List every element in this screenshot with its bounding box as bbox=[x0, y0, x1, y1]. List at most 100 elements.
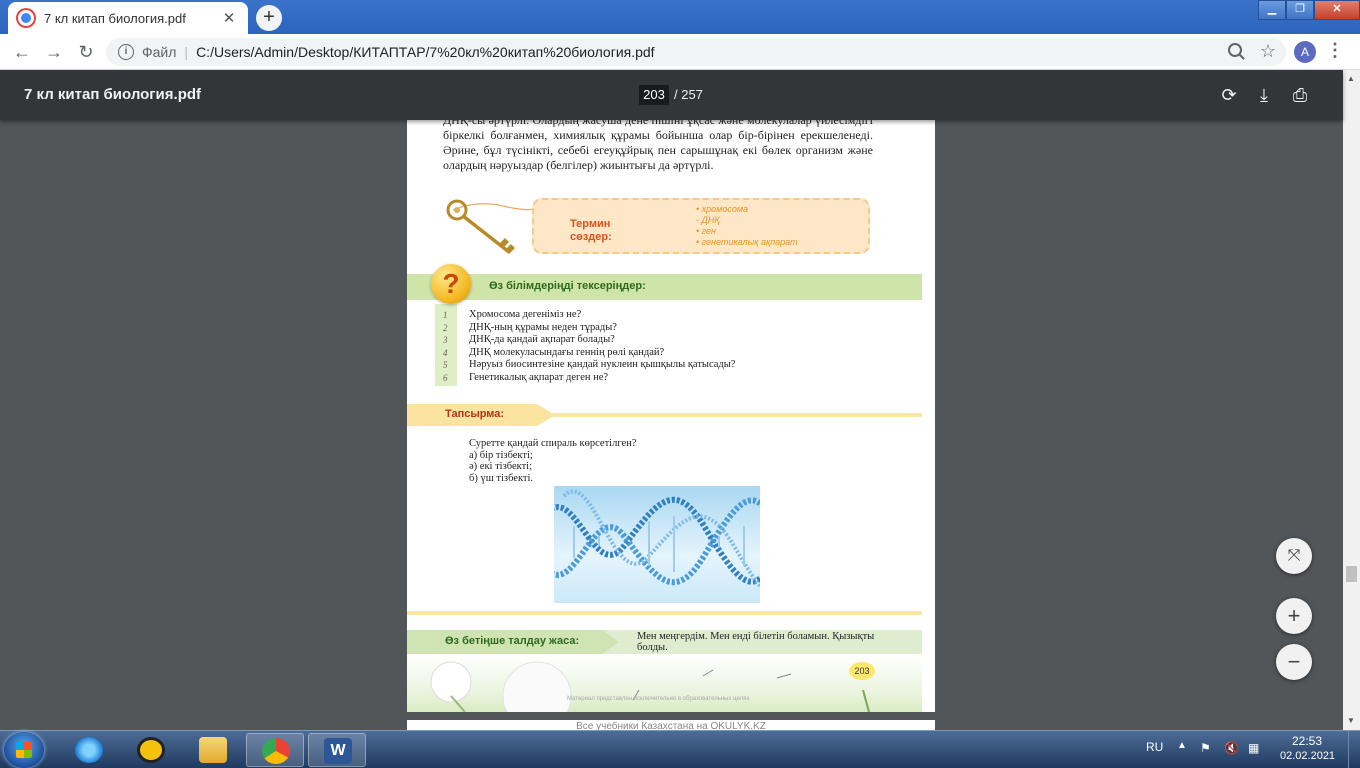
browser-toolbar: ← → ↻ i Файл | C:/Users/Admin/Desktop/КИ… bbox=[0, 34, 1360, 70]
question-number: 1 bbox=[443, 310, 448, 320]
printed-page-number: 203 bbox=[849, 662, 875, 680]
language-indicator[interactable]: RU bbox=[1146, 740, 1163, 754]
tab-title: 7 кл китап биология.pdf bbox=[44, 10, 186, 26]
task-option: б) үш тізбекті. bbox=[469, 472, 534, 484]
site-info-icon[interactable]: i bbox=[118, 44, 134, 60]
browser-menu-icon[interactable]: ⋮ bbox=[1326, 40, 1344, 61]
internet-explorer-taskbar-button[interactable] bbox=[60, 733, 118, 767]
maximize-button[interactable]: ❐ bbox=[1286, 0, 1314, 20]
minimize-button[interactable]: ▁ bbox=[1258, 0, 1286, 20]
app-triangle-icon bbox=[137, 737, 165, 763]
question-number: 2 bbox=[443, 322, 448, 333]
address-bar[interactable]: i Файл | C:/Users/Admin/Desktop/КИТАПТАР… bbox=[106, 38, 1286, 66]
network-icon[interactable]: ▦ bbox=[1248, 741, 1262, 755]
folder-icon bbox=[199, 737, 227, 763]
pdf-title: 7 кл китап биология.pdf bbox=[24, 86, 202, 103]
term-item: • хромосома bbox=[696, 204, 749, 214]
address-separator: | bbox=[184, 44, 189, 60]
start-button[interactable] bbox=[4, 732, 44, 768]
golden-key-icon bbox=[446, 199, 540, 254]
show-desktop-button[interactable] bbox=[1348, 731, 1360, 768]
chrome-icon bbox=[262, 738, 290, 764]
question-text: Хромосома дегеніміз не? bbox=[469, 309, 582, 320]
term-item: • генетикалық ақпарат bbox=[696, 237, 798, 247]
zoom-magnifier-icon[interactable] bbox=[1228, 43, 1242, 57]
self-analysis-title: Өз бетіңше талдау жаса: bbox=[445, 635, 580, 647]
question-number: 5 bbox=[443, 360, 448, 371]
volume-muted-icon[interactable]: 🔇 bbox=[1224, 741, 1239, 755]
internet-explorer-icon bbox=[75, 737, 103, 763]
profile-avatar[interactable]: A bbox=[1294, 41, 1316, 63]
question-item: 3 ДНҚ-да қандай ақпарат болады? bbox=[443, 334, 735, 347]
close-window-button[interactable]: ✕ bbox=[1314, 0, 1360, 20]
reload-button[interactable]: ↻ bbox=[74, 40, 98, 64]
self-analysis-tag: Өз бетіңше талдау жаса: bbox=[407, 630, 619, 654]
new-tab-button[interactable]: + bbox=[256, 5, 282, 31]
question-number: 4 bbox=[443, 347, 448, 358]
forward-button[interactable]: → bbox=[42, 40, 66, 64]
pdf-page: ДНҚ-сы әртүрлі. Олардың жасуша дене піші… bbox=[407, 120, 935, 712]
chrome-favicon-icon bbox=[18, 10, 34, 26]
task-body: Суретте қандай спираль көрсетілген? а) б… bbox=[469, 438, 636, 484]
browser-tab[interactable]: 7 кл китап биология.pdf ✕ bbox=[8, 2, 248, 34]
term-words-box: Термин сөздер: • хромосома - ДНҚ • ген •… bbox=[532, 198, 870, 254]
chrome-taskbar-button[interactable] bbox=[246, 733, 304, 767]
term-label-line2: сөздер: bbox=[570, 231, 612, 243]
question-number: 6 bbox=[443, 372, 448, 383]
word-taskbar-button[interactable]: W bbox=[308, 733, 366, 767]
scrollbar-thumb[interactable] bbox=[1346, 566, 1357, 582]
task-option: а) бір тізбекті; bbox=[469, 449, 533, 461]
browser-tab-bar: 7 кл китап биология.pdf ✕ + ▁ ❐ ✕ bbox=[0, 0, 1360, 34]
term-words-label: Термин сөздер: bbox=[570, 218, 612, 244]
action-center-flag-icon[interactable]: ⚑ bbox=[1200, 741, 1214, 755]
task-tag: Тапсырма: bbox=[407, 404, 555, 426]
task-question: Суретте қандай спираль көрсетілген? bbox=[469, 438, 637, 449]
windows-taskbar: W RU ▲ ⚑ 🔇 ▦ 22:53 02.02.2021 bbox=[0, 730, 1360, 768]
zoom-out-button[interactable]: − bbox=[1276, 644, 1312, 680]
task-title: Тапсырма: bbox=[445, 408, 505, 420]
term-label-line1: Термин bbox=[570, 218, 611, 230]
vertical-scrollbar[interactable]: ▲ ▼ bbox=[1343, 70, 1360, 730]
window-controls: ▁ ❐ ✕ bbox=[1258, 0, 1360, 20]
back-button[interactable]: ← bbox=[10, 40, 34, 64]
tab-close-icon[interactable]: ✕ bbox=[220, 9, 238, 27]
question-item: 2 ДНҚ-ның құрамы неден тұрады? bbox=[443, 322, 735, 335]
task-header: Тапсырма: bbox=[407, 404, 922, 426]
question-list: 1 Хромосома дегеніміз не? 2 ДНҚ-ның құрамы… bbox=[443, 309, 735, 385]
dandelion-footer-art bbox=[407, 656, 922, 712]
print-icon[interactable]: ⎙ bbox=[1288, 83, 1312, 107]
download-icon[interactable]: ⤓ bbox=[1252, 83, 1276, 107]
zoom-in-button[interactable]: + bbox=[1276, 598, 1312, 634]
app-taskbar-button[interactable] bbox=[122, 733, 180, 767]
section-divider bbox=[407, 611, 922, 615]
explorer-taskbar-button[interactable] bbox=[184, 733, 242, 767]
pdf-toolbar: 7 кл китап биология.pdf 203 / 257 ⟳ ⤓ ⎙ bbox=[0, 70, 1343, 120]
question-number: 3 bbox=[443, 335, 448, 346]
watermark-text: Материал представлен исключительно в обр… bbox=[567, 696, 750, 702]
dna-helix-image bbox=[554, 486, 760, 603]
bookmark-star-icon[interactable]: ☆ bbox=[1260, 41, 1276, 62]
question-text: Генетикалық ақпарат деген не? bbox=[469, 371, 609, 383]
fit-to-page-button[interactable]: ⤧ bbox=[1276, 538, 1312, 574]
show-hidden-icons-icon[interactable]: ▲ bbox=[1177, 740, 1187, 751]
question-text: ДНҚ-ның құрамы неден тұрады? bbox=[469, 321, 617, 333]
question-item: 5 Нәруыз биосинтезіне қандай нуклеин қышқ… bbox=[443, 359, 735, 372]
question-item: 1 Хромосома дегеніміз не? bbox=[443, 309, 735, 322]
rotate-icon[interactable]: ⟳ bbox=[1217, 83, 1241, 107]
address-url[interactable]: C:/Users/Admin/Desktop/КИТАПТАР/7%20кл%2… bbox=[196, 44, 655, 60]
task-option: ә) екі тізбекті; bbox=[469, 461, 532, 473]
page-total: / 257 bbox=[674, 87, 703, 102]
question-mark-icon: ? bbox=[431, 264, 471, 304]
word-icon: W bbox=[324, 738, 352, 764]
question-item: 4 ДНҚ молекуласындағы геннің рөлі қандай? bbox=[443, 347, 735, 360]
clock-date: 02.02.2021 bbox=[1280, 750, 1336, 762]
page-number-input[interactable]: 203 bbox=[639, 85, 669, 105]
scroll-down-arrow-icon[interactable]: ▼ bbox=[1347, 716, 1355, 725]
system-clock[interactable]: 22:53 02.02.2021 bbox=[1280, 734, 1336, 762]
check-knowledge-title: Өз білімдеріңді тексеріңдер: bbox=[489, 280, 646, 292]
address-scheme: Файл bbox=[142, 44, 177, 60]
check-knowledge-header: Өз білімдеріңді тексеріңдер: bbox=[407, 274, 922, 300]
question-text: ДНҚ молекуласындағы геннің рөлі қандай? bbox=[469, 346, 665, 358]
scroll-up-arrow-icon[interactable]: ▲ bbox=[1347, 74, 1355, 83]
term-item: • ген bbox=[696, 226, 716, 236]
